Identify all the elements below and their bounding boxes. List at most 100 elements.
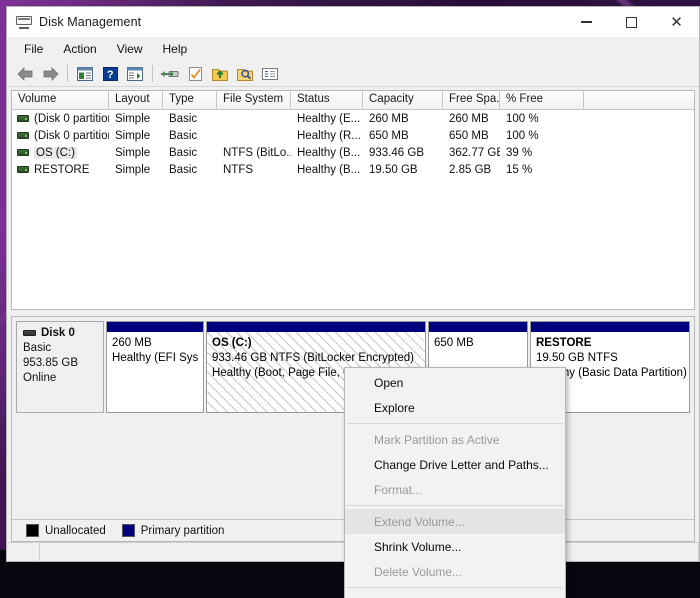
check-button[interactable] — [183, 63, 207, 85]
cell-capacity: 933.46 GB — [369, 146, 424, 159]
properties-button[interactable] — [258, 63, 282, 85]
cell-type: Basic — [169, 146, 198, 159]
context-menu-item-delete-volume: Delete Volume... — [374, 564, 463, 579]
show-hide-console-tree-button[interactable] — [73, 63, 97, 85]
legend-item-unallocated: Unallocated — [26, 524, 106, 537]
context-menu-separator — [347, 505, 563, 506]
search-icon — [237, 68, 253, 81]
cell-type: Basic — [169, 112, 198, 125]
disk-name: Disk 0 — [41, 327, 75, 339]
partition-label: RESTORE — [536, 337, 592, 349]
partition-size: 650 MB — [434, 337, 474, 349]
partition-size: 19.50 GB NTFS — [536, 352, 618, 364]
cell-volume: (Disk 0 partition 1) — [12, 113, 109, 125]
column-header-percent-free[interactable]: % Free — [500, 91, 584, 109]
cell-status: Healthy (B... — [297, 163, 361, 176]
cell-free-space: 650 MB — [449, 129, 489, 142]
cell-type: Basic — [169, 129, 198, 142]
minimize-button[interactable] — [564, 7, 609, 37]
context-menu-item-properties[interactable]: Properties — [345, 591, 565, 598]
drive-icon — [17, 132, 29, 139]
back-icon — [16, 66, 32, 81]
table-row[interactable]: (Disk 0 partition 4) Simple Basic Health… — [12, 127, 694, 144]
cell-capacity: 260 MB — [369, 112, 409, 125]
cell-percent-free: 15 % — [506, 163, 533, 176]
menu-action[interactable]: Action — [54, 39, 105, 59]
table-row[interactable]: (Disk 0 partition 1) Simple Basic Health… — [12, 110, 694, 127]
column-header-layout[interactable]: Layout — [109, 91, 163, 109]
context-menu-item-change-drive-letter-and-paths[interactable]: Change Drive Letter and Paths... — [345, 452, 565, 477]
cell-volume: RESTORE — [12, 164, 109, 176]
column-header-status[interactable]: Status — [291, 91, 363, 109]
disk-size: 953.85 GB — [23, 357, 78, 369]
cell-free-space: 362.77 GB — [449, 146, 500, 159]
minimize-icon — [581, 21, 592, 23]
partition-label: OS (C:) — [212, 337, 252, 349]
context-menu-item-mark-partition-as-active: Mark Partition as Active — [374, 432, 500, 447]
legend-swatch-unallocated — [26, 524, 39, 537]
column-header-volume[interactable]: Volume — [12, 91, 109, 109]
disk-status: Online — [23, 372, 57, 384]
legend-swatch-primary — [121, 524, 135, 537]
menu-help[interactable]: Help — [154, 39, 197, 59]
show-action-pane-button[interactable] — [123, 63, 147, 85]
help-button[interactable]: ? — [98, 63, 122, 85]
folder-up-icon — [212, 68, 228, 81]
partition-type-bar — [107, 322, 203, 332]
cell-percent-free: 100 % — [506, 129, 539, 142]
menu-file[interactable]: File — [15, 39, 52, 59]
legend-item-primary: Primary partition — [121, 524, 224, 537]
close-button[interactable]: ✕ — [654, 7, 699, 37]
context-menu-item-format: Format... — [374, 482, 423, 497]
column-header-type[interactable]: Type — [163, 91, 217, 109]
column-header-capacity[interactable]: Capacity — [363, 91, 443, 109]
partition-size: 260 MB — [112, 337, 152, 349]
table-row[interactable]: OS (C:) Simple Basic NTFS (BitLo... Heal… — [12, 144, 694, 161]
volume-label: (Disk 0 partition 1) — [34, 112, 109, 125]
column-header-file-system[interactable]: File System — [217, 91, 291, 109]
context-menu-item-shrink-volume[interactable]: Shrink Volume... — [345, 534, 565, 559]
cell-file-system: NTFS — [223, 163, 254, 176]
toolbar: ? — [7, 61, 699, 87]
partition-efi[interactable]: 260 MB Healthy (EFI Sys — [106, 321, 204, 413]
cell-volume: OS (C:) — [12, 146, 109, 159]
svg-text:?: ? — [106, 69, 113, 81]
title-bar: Disk Management ✕ — [7, 7, 699, 37]
show-action-pane-icon — [127, 66, 143, 81]
back-button[interactable] — [13, 63, 37, 85]
cell-file-system: NTFS (BitLo... — [223, 146, 291, 159]
menu-view[interactable]: View — [108, 39, 152, 59]
search-button[interactable] — [233, 63, 257, 85]
forward-button[interactable] — [38, 63, 62, 85]
partition-body: 260 MB Healthy (EFI Sys — [107, 332, 203, 412]
maximize-button[interactable] — [609, 7, 654, 37]
context-menu-item-extend-volume: Extend Volume... — [345, 509, 565, 534]
rescan-disks-button[interactable] — [158, 63, 182, 85]
properties-icon — [262, 67, 278, 80]
column-header-spacer — [584, 91, 694, 109]
cell-percent-free: 39 % — [506, 146, 533, 159]
partition-type-bar — [531, 322, 689, 332]
disk-management-icon — [16, 15, 32, 29]
cell-status: Healthy (R... — [297, 129, 361, 142]
context-menu: Open Explore Mark Partition as Active Ch… — [344, 367, 566, 598]
show-hide-console-tree-icon — [77, 66, 93, 81]
forward-icon — [43, 66, 59, 81]
disk-info-panel[interactable]: Disk 0 Basic 953.85 GB Online — [16, 321, 104, 413]
status-bar-cell — [7, 543, 40, 561]
context-menu-separator — [347, 423, 563, 424]
volume-list-pane: Volume Layout Type File System Status Ca… — [11, 90, 695, 310]
context-menu-item-open[interactable]: Open — [345, 370, 565, 395]
folder-up-button[interactable] — [208, 63, 232, 85]
legend-label-unallocated: Unallocated — [45, 524, 106, 537]
cell-capacity: 650 MB — [369, 129, 409, 142]
column-header-free-space[interactable]: Free Spa... — [443, 91, 500, 109]
table-row[interactable]: RESTORE Simple Basic NTFS Healthy (B... … — [12, 161, 694, 178]
cell-free-space: 260 MB — [449, 112, 489, 125]
toolbar-separator — [67, 65, 68, 82]
partition-size: 933.46 GB NTFS (BitLocker Encrypted) — [212, 352, 414, 364]
volume-list-header: Volume Layout Type File System Status Ca… — [12, 91, 694, 110]
volume-label: OS (C:) — [34, 146, 77, 159]
context-menu-item-explore[interactable]: Explore — [345, 395, 565, 420]
disk-type: Basic — [23, 342, 52, 354]
